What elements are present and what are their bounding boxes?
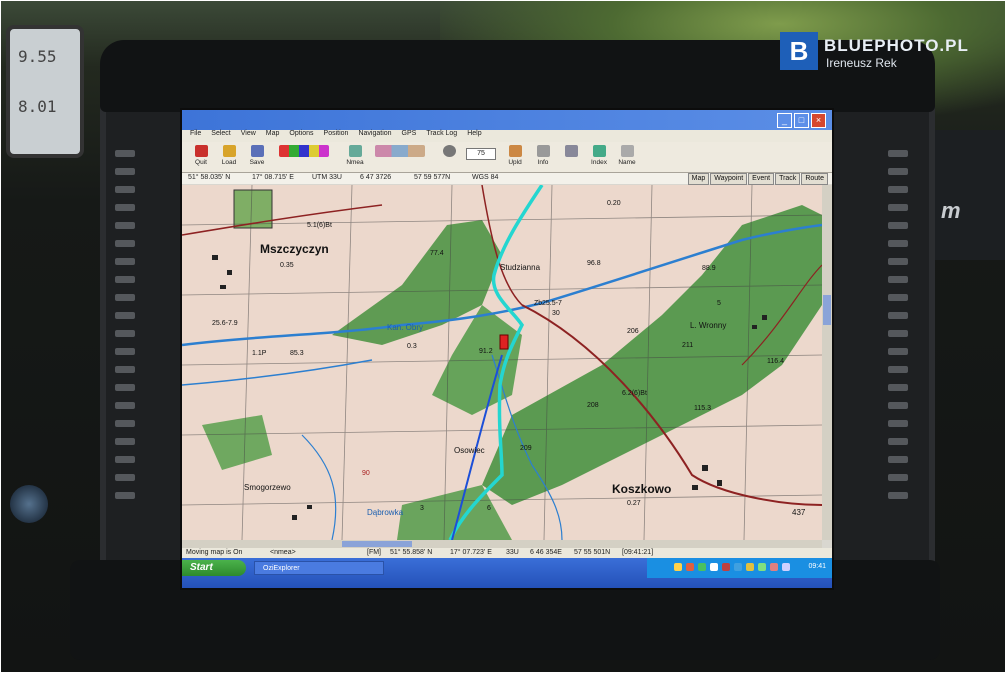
photo-border: [0, 0, 1006, 673]
